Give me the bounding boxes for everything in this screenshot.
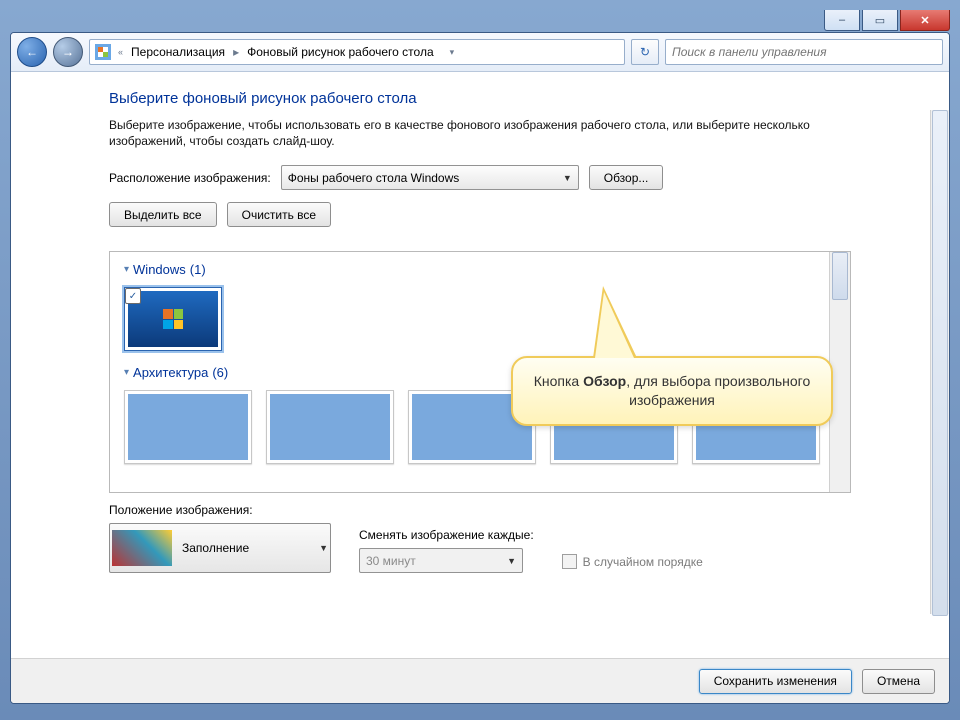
search-box[interactable] xyxy=(665,39,943,65)
position-combobox[interactable]: Заполнение ▼ xyxy=(109,523,331,573)
search-input[interactable] xyxy=(666,45,942,59)
wallpaper-thumb[interactable] xyxy=(266,390,394,464)
dialog-footer: Сохранить изменения Отмена xyxy=(11,658,949,703)
breadcrumb-sep: ▸ xyxy=(231,45,241,59)
vertical-scrollbar[interactable] xyxy=(930,110,949,614)
chevron-down-icon: ▼ xyxy=(507,556,516,566)
chevron-down-icon: ▼ xyxy=(319,543,328,553)
thumb-checkbox-checked[interactable]: ✓ xyxy=(125,288,141,304)
nav-back-button[interactable]: ← xyxy=(17,37,47,67)
interval-combobox: 30 минут▼ xyxy=(359,548,523,573)
wallpaper-thumb[interactable] xyxy=(124,390,252,464)
collapse-icon: ▾ xyxy=(124,367,129,378)
chevron-down-icon: ▼ xyxy=(563,173,572,183)
location-combobox[interactable]: Фоны рабочего стола Windows▼ xyxy=(281,165,579,190)
breadcrumb-item[interactable]: Фоновый рисунок рабочего стола xyxy=(241,45,440,59)
collapse-icon: ▾ xyxy=(124,264,129,275)
save-button[interactable]: Сохранить изменения xyxy=(699,669,852,694)
tutorial-callout: Кнопка Обзор, для выбора произвольного и… xyxy=(511,356,833,426)
breadcrumb-item[interactable]: Персонализация xyxy=(125,45,231,59)
cancel-button[interactable]: Отмена xyxy=(862,669,935,694)
select-all-button[interactable]: Выделить все xyxy=(109,202,217,227)
content-area: Выберите фоновый рисунок рабочего стола … xyxy=(11,72,949,658)
chevron-down-icon[interactable]: ▾ xyxy=(448,47,457,58)
group-header[interactable]: ▾ Windows (1) xyxy=(124,262,815,277)
location-label: Расположение изображения: xyxy=(109,171,271,185)
wallpaper-thumb[interactable]: ✓ xyxy=(124,287,222,351)
position-preview-icon xyxy=(112,530,172,566)
desktop: – ▭ ✕ ← → « Персонализация ▸ Фоновый рис… xyxy=(0,0,960,720)
group-windows: ▾ Windows (1) ✓ xyxy=(124,262,815,351)
window-titlebar: – ▭ ✕ xyxy=(10,10,950,32)
nav-forward-button[interactable]: → xyxy=(53,37,83,67)
page-title: Выберите фоновый рисунок рабочего стола xyxy=(109,90,851,107)
shuffle-checkbox: В случайном порядке xyxy=(562,554,703,569)
interval-label: Сменять изображение каждые: xyxy=(359,528,534,542)
app-icon xyxy=(94,43,112,61)
breadcrumb[interactable]: « Персонализация ▸ Фоновый рисунок рабоч… xyxy=(89,39,625,65)
browse-button[interactable]: Обзор... xyxy=(589,165,664,190)
window-minimize-button[interactable]: – xyxy=(824,10,860,31)
breadcrumb-sep: « xyxy=(116,47,125,57)
refresh-button[interactable]: ↻ xyxy=(631,39,659,65)
clear-all-button[interactable]: Очистить все xyxy=(227,202,331,227)
control-panel-window: ← → « Персонализация ▸ Фоновый рисунок р… xyxy=(10,32,950,704)
window-close-button[interactable]: ✕ xyxy=(900,10,950,31)
window-maximize-button[interactable]: ▭ xyxy=(862,10,898,31)
checkbox-icon xyxy=(562,554,577,569)
position-label: Положение изображения: xyxy=(109,503,331,517)
nav-toolbar: ← → « Персонализация ▸ Фоновый рисунок р… xyxy=(11,33,949,72)
page-description: Выберите изображение, чтобы использовать… xyxy=(109,117,851,149)
